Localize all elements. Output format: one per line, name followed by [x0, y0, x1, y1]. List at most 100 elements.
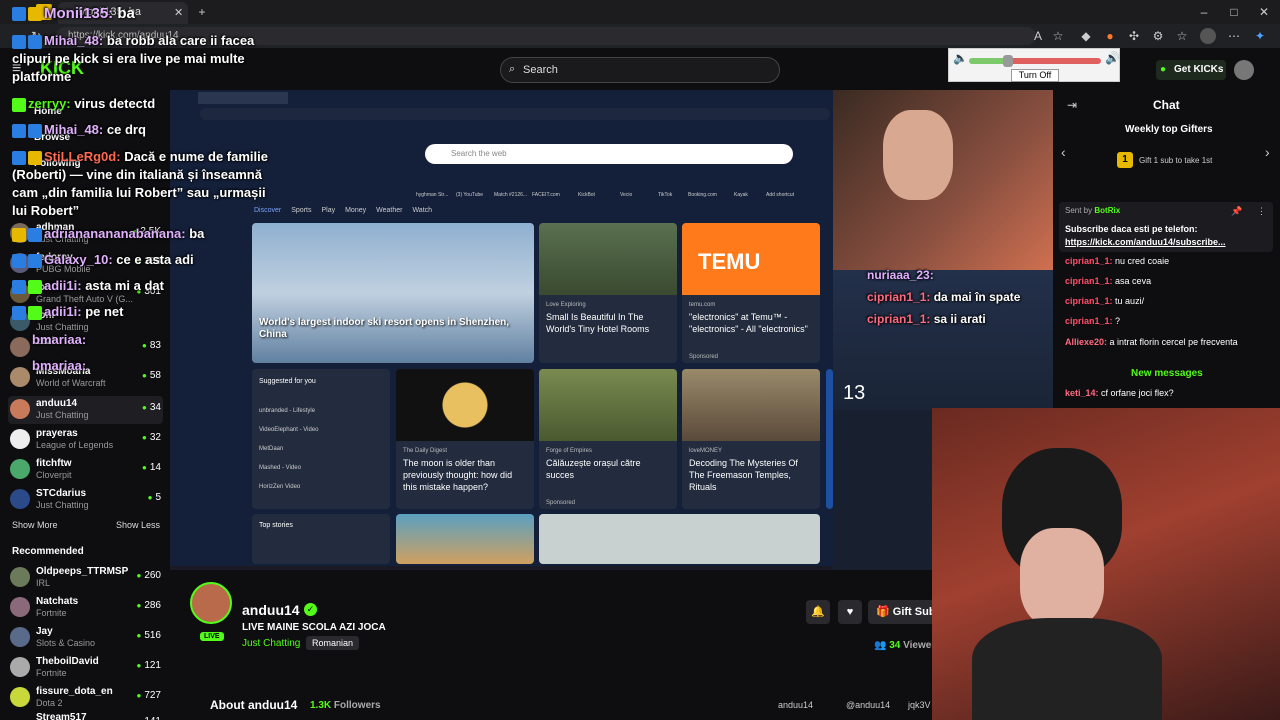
weekly-gifters-title: Weekly top Gifters: [1125, 124, 1213, 135]
sidebar-item-recommended[interactable]: fissure_dota_enDota 2727: [8, 684, 163, 712]
stream-category[interactable]: Just Chatting: [242, 638, 300, 649]
show-more-button[interactable]: Show More: [12, 520, 58, 530]
extensions-puzzle-icon[interactable]: ✣: [1126, 28, 1142, 44]
favorites-bar-icon[interactable]: ☆: [1174, 28, 1190, 44]
favorite-icon[interactable]: ☆: [1050, 28, 1066, 44]
search-input[interactable]: ⌕ Search: [500, 57, 780, 83]
sidebar-item-recommended[interactable]: Oldpeeps_TTRMSPIRL260: [8, 564, 163, 592]
badge-icon: [28, 305, 42, 320]
maximize-icon[interactable]: □: [1226, 4, 1242, 20]
minimize-icon[interactable]: –: [1196, 4, 1212, 20]
news-card-ship: [396, 514, 534, 564]
browser-tab-bar: ▣ Monii135: ba ✕ + – □ ✕: [0, 0, 1280, 24]
social-discord[interactable]: jqk3V: [908, 700, 931, 710]
suggested-title: Suggested for you: [259, 378, 316, 385]
volume-slider[interactable]: [969, 55, 1101, 67]
card-image: [539, 369, 677, 441]
read-aloud-icon[interactable]: A: [1030, 28, 1046, 44]
tab-close-icon[interactable]: ✕: [174, 6, 183, 19]
search-icon: ⌕: [509, 63, 516, 75]
badge-icon: [28, 253, 42, 268]
gift-sub-button[interactable]: 🎁 Gift Sub: [868, 600, 932, 624]
about-heading: About anduu14: [210, 698, 298, 712]
suggested-item: HorizZen Video: [259, 484, 301, 490]
badge-icon: [28, 34, 42, 49]
chat-message: ciprian1_1: asa ceva: [1065, 276, 1152, 286]
sidebar-item-recommended[interactable]: JaySlots & Casino516: [8, 624, 163, 652]
new-messages-indicator[interactable]: New messages: [1131, 368, 1203, 379]
extension-icon[interactable]: ◆: [1078, 28, 1094, 44]
collapse-chat-icon[interactable]: ⇥: [1067, 98, 1077, 112]
card-title: World's largest indoor ski resort opens …: [259, 317, 510, 340]
badge-icon: [12, 150, 26, 165]
social-tiktok[interactable]: @anduu14: [846, 700, 890, 710]
card-title: Small Is Beautiful In The World's Tiny H…: [546, 312, 650, 334]
card-title: The moon is older than previously though…: [403, 458, 513, 492]
msn-tab: Money: [345, 207, 367, 214]
badge-icon: [28, 227, 42, 242]
overlay-message: bmariaa:: [32, 332, 87, 347]
social-instagram[interactable]: anduu14: [778, 700, 813, 710]
notification-bell-button[interactable]: 🔔: [806, 600, 830, 624]
chat-title: Chat: [1153, 98, 1180, 112]
extension-active-icon[interactable]: ●: [1102, 28, 1118, 44]
badge-icon: [12, 34, 26, 49]
new-tab-icon[interactable]: +: [194, 4, 210, 20]
suggested-item: VideoElephant - Video: [259, 427, 319, 433]
user-avatar[interactable]: [1234, 60, 1254, 80]
pinned-more-icon[interactable]: ⋮: [1257, 206, 1266, 217]
overlay-message: StiLLeRg0d: Dacă e nume de familie (Robe…: [12, 149, 268, 218]
suggested-item: unbranded - Lifestyle: [259, 408, 316, 414]
chat-message: ciprian1_1: tu auzi/: [1065, 296, 1145, 306]
follow-button[interactable]: ♥: [838, 600, 862, 624]
turn-off-button[interactable]: Turn Off: [1011, 69, 1059, 82]
card-source: temu.com: [689, 302, 716, 308]
chevron-right-icon[interactable]: ›: [1265, 144, 1270, 160]
sidebar-item-following-active[interactable]: anduu14Just Chatting34: [8, 396, 163, 424]
chevron-left-icon[interactable]: ‹: [1061, 144, 1066, 160]
sidebar-item-following[interactable]: STCdariusJust Chatting5: [8, 486, 163, 514]
sidebar-item-recommended[interactable]: NatchatsFortnite286: [8, 594, 163, 622]
news-card-ski: World's largest indoor ski resort opens …: [252, 223, 534, 363]
show-less-button[interactable]: Show Less: [116, 520, 160, 530]
copilot-icon[interactable]: ✦: [1252, 28, 1268, 44]
live-badge: LIVE: [200, 632, 224, 641]
msn-tab: Play: [321, 207, 336, 214]
avatar: [10, 627, 30, 647]
card-title: Decoding The Mysteries Of The Freemason …: [689, 458, 798, 492]
badge-icon: [28, 150, 42, 165]
sidebar-item-following[interactable]: prayerasLeague of Legends32: [8, 426, 163, 454]
badge-icon: [12, 253, 26, 268]
split-screen-icon[interactable]: ⚙: [1150, 28, 1166, 44]
news-card-forge: Forge of Empires Călăuzește orașul către…: [539, 369, 677, 509]
badge-icon: [28, 279, 42, 294]
msn-tab: Weather: [376, 207, 403, 214]
volume-slider-thumb[interactable]: [1003, 55, 1013, 67]
sidebar-item-recommended[interactable]: Stream517141: [8, 710, 163, 720]
profile-avatar[interactable]: [1200, 28, 1216, 44]
overlay-message: Mihai_48: ba robb ala care ii facea clip…: [12, 33, 255, 84]
shortcut-label: Match #2126...: [494, 192, 528, 198]
pinned-link[interactable]: https://kick.com/anduu14/subscribe...: [1065, 237, 1226, 247]
overlay-message: bmariaa:: [32, 358, 87, 373]
card-title: "electronics" at Temu™ - "electronics" -…: [689, 312, 808, 334]
sidebar-item-following[interactable]: fitchftwCloverpit14: [8, 456, 163, 484]
sidebar-item-recommended[interactable]: TheboilDavidFortnite121: [8, 654, 163, 682]
bell-icon: 🔔: [811, 606, 825, 618]
gift-prompt: Gift 1 sub to take 1st: [1139, 156, 1213, 165]
card-source: loveMONEY: [689, 448, 723, 454]
pin-icon[interactable]: 📌: [1231, 206, 1242, 217]
channel-avatar[interactable]: [190, 582, 232, 624]
msn-tab: Sports: [291, 207, 312, 214]
more-menu-icon[interactable]: ⋯: [1226, 28, 1242, 44]
overlay-message: Mihai_48: ce drq: [12, 122, 146, 138]
badge-icon: [12, 227, 26, 242]
shortcut-label: Kayak: [734, 192, 748, 198]
card-source: Love Exploring: [546, 302, 586, 308]
channel-name[interactable]: anduu14: [242, 602, 300, 618]
close-window-icon[interactable]: ✕: [1256, 4, 1272, 20]
get-kicks-button[interactable]: ● Get KICKs: [1156, 60, 1226, 80]
card-image: [252, 223, 534, 363]
language-tag[interactable]: Romanian: [306, 636, 360, 650]
news-card-blurred: [539, 514, 820, 564]
